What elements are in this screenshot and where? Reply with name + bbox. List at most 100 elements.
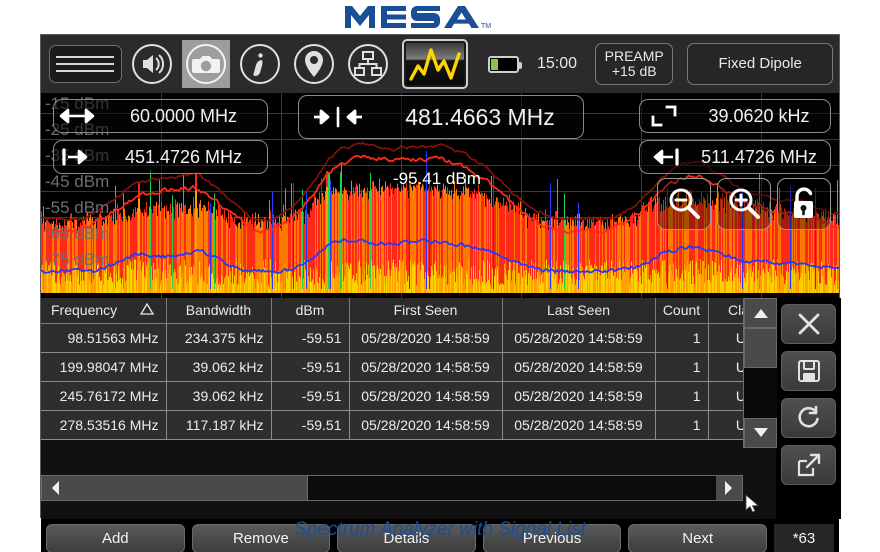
vertical-scroll-track[interactable]	[744, 368, 777, 418]
cell-frequency: 245.76172 MHz	[41, 381, 166, 410]
close-button[interactable]	[781, 304, 836, 344]
action-button-column	[776, 298, 841, 519]
dbm-tick: -65 dBm	[45, 224, 109, 244]
preamp-label-2: +15 dB	[612, 64, 657, 79]
center-frequency-icon	[299, 105, 377, 129]
cell-bandwidth: 39.062 kHz	[166, 352, 271, 381]
rbw-value: 39.0620 kHz	[688, 106, 830, 127]
spectrum-display[interactable]: -15 dBm -25 dBm -35 dBm -45 dBm -55 dBm …	[41, 93, 839, 298]
table-body: 98.51563 MHz 234.375 kHz -59.51 05/28/20…	[41, 323, 776, 439]
cell-dbm: -59.51	[271, 381, 349, 410]
hamburger-menu-icon[interactable]	[49, 45, 122, 83]
unlock-icon[interactable]	[777, 178, 831, 230]
center-frequency-readout[interactable]: 481.4663 MHz	[298, 95, 584, 139]
preamp-label-1: PREAMP	[605, 49, 664, 64]
toolbar: 15:00 PREAMP +15 dB Fixed Dipole	[41, 35, 839, 93]
table-row[interactable]: 245.76172 MHz 39.062 kHz -59.51 05/28/20…	[41, 381, 776, 410]
antenna-button[interactable]: Fixed Dipole	[687, 43, 833, 85]
cell-first-seen: 05/28/2020 14:58:59	[349, 381, 502, 410]
scroll-right-icon[interactable]	[716, 476, 742, 500]
column-header-count[interactable]: Count	[655, 298, 708, 323]
cell-count: 1	[655, 410, 708, 439]
stop-frequency-icon	[640, 147, 688, 167]
stop-frequency-readout[interactable]: 511.4726 MHz	[639, 140, 831, 174]
signal-table-container[interactable]: Frequency Bandwidth dBm First Seen Last …	[41, 298, 776, 519]
span-value: 60.0000 MHz	[100, 106, 267, 127]
span-arrows-icon	[54, 106, 100, 126]
cell-frequency: 98.51563 MHz	[41, 323, 166, 352]
cell-count: 1	[655, 323, 708, 352]
start-frequency-readout[interactable]: 451.4726 MHz	[53, 140, 268, 174]
horizontal-scroll-thumb[interactable]	[68, 476, 308, 500]
cell-bandwidth: 39.062 kHz	[166, 381, 271, 410]
camera-icon[interactable]	[182, 40, 230, 88]
battery-icon	[488, 56, 519, 73]
cell-bandwidth: 234.375 kHz	[166, 323, 271, 352]
cell-last-seen: 05/28/2020 14:58:59	[502, 381, 655, 410]
zoom-controls	[657, 178, 831, 230]
preamp-button[interactable]: PREAMP +15 dB	[595, 43, 673, 85]
horizontal-scrollbar[interactable]	[41, 475, 743, 501]
dbm-tick: -45 dBm	[45, 172, 109, 192]
cell-last-seen: 05/28/2020 14:58:59	[502, 410, 655, 439]
network-icon[interactable]	[344, 40, 392, 88]
mesa-logo: TM	[345, 4, 535, 30]
location-pin-icon[interactable]	[290, 40, 338, 88]
center-frequency-value: 481.4663 MHz	[377, 104, 583, 131]
table-row[interactable]: 278.53516 MHz 117.187 kHz -59.51 05/28/2…	[41, 410, 776, 439]
signal-list-panel: Frequency Bandwidth dBm First Seen Last …	[41, 298, 839, 519]
span-readout[interactable]: 60.0000 MHz	[53, 99, 268, 133]
antenna-label: Fixed Dipole	[719, 56, 802, 72]
start-frequency-icon	[54, 147, 100, 167]
column-label-frequency: Frequency	[51, 302, 117, 318]
cell-frequency: 199.98047 MHz	[41, 352, 166, 381]
export-button[interactable]	[781, 445, 836, 485]
start-frequency-value: 451.4726 MHz	[100, 147, 267, 168]
cell-count: 1	[655, 381, 708, 410]
cell-bandwidth: 117.187 kHz	[166, 410, 271, 439]
cell-count: 1	[655, 352, 708, 381]
speaker-icon[interactable]	[128, 40, 176, 88]
refresh-button[interactable]	[781, 398, 836, 438]
marker-amplitude-label: -95.41 dBm	[393, 169, 481, 189]
stop-frequency-value: 511.4726 MHz	[688, 147, 830, 168]
scroll-down-icon[interactable]	[744, 418, 777, 448]
table-row[interactable]: 98.51563 MHz 234.375 kHz -59.51 05/28/20…	[41, 323, 776, 352]
device-frame: 15:00 PREAMP +15 dB Fixed Dipole	[40, 34, 840, 518]
vertical-scrollbar[interactable]	[743, 298, 776, 448]
mouse-cursor-icon	[745, 494, 761, 519]
brand-logo-bar: TM	[0, 0, 880, 34]
cell-first-seen: 05/28/2020 14:58:59	[349, 410, 502, 439]
dbm-tick: -75 dBm	[45, 250, 109, 270]
signal-table: Frequency Bandwidth dBm First Seen Last …	[41, 298, 777, 440]
zoom-out-icon[interactable]	[657, 178, 711, 230]
cell-last-seen: 05/28/2020 14:58:59	[502, 352, 655, 381]
figure-caption: Spectrum Analyzer with Signal List	[0, 519, 880, 541]
clock-display: 15:00	[537, 55, 577, 73]
cell-first-seen: 05/28/2020 14:58:59	[349, 352, 502, 381]
rbw-readout[interactable]: 39.0620 kHz	[639, 99, 831, 133]
cell-dbm: -59.51	[271, 410, 349, 439]
logo-trademark: TM	[481, 23, 491, 30]
scroll-up-icon[interactable]	[744, 298, 777, 328]
column-header-last-seen[interactable]: Last Seen	[502, 298, 655, 323]
cell-dbm: -59.51	[271, 323, 349, 352]
cell-first-seen: 05/28/2020 14:58:59	[349, 323, 502, 352]
column-header-bandwidth[interactable]: Bandwidth	[166, 298, 271, 323]
cell-dbm: -59.51	[271, 352, 349, 381]
vertical-scroll-thumb[interactable]	[744, 328, 777, 368]
column-header-frequency[interactable]: Frequency	[41, 298, 166, 323]
column-header-first-seen[interactable]: First Seen	[349, 298, 502, 323]
cell-frequency: 278.53516 MHz	[41, 410, 166, 439]
table-row[interactable]: 199.98047 MHz 39.062 kHz -59.51 05/28/20…	[41, 352, 776, 381]
app-root: TM	[0, 0, 880, 552]
column-header-dbm[interactable]: dBm	[271, 298, 349, 323]
save-button[interactable]	[781, 351, 836, 391]
scroll-left-icon[interactable]	[42, 476, 68, 500]
spectrum-waveform-icon[interactable]	[402, 39, 468, 89]
sort-ascending-icon	[140, 302, 154, 319]
cell-last-seen: 05/28/2020 14:58:59	[502, 323, 655, 352]
info-icon[interactable]	[236, 40, 284, 88]
zoom-in-icon[interactable]	[717, 178, 771, 230]
resolution-bandwidth-icon	[640, 104, 688, 128]
